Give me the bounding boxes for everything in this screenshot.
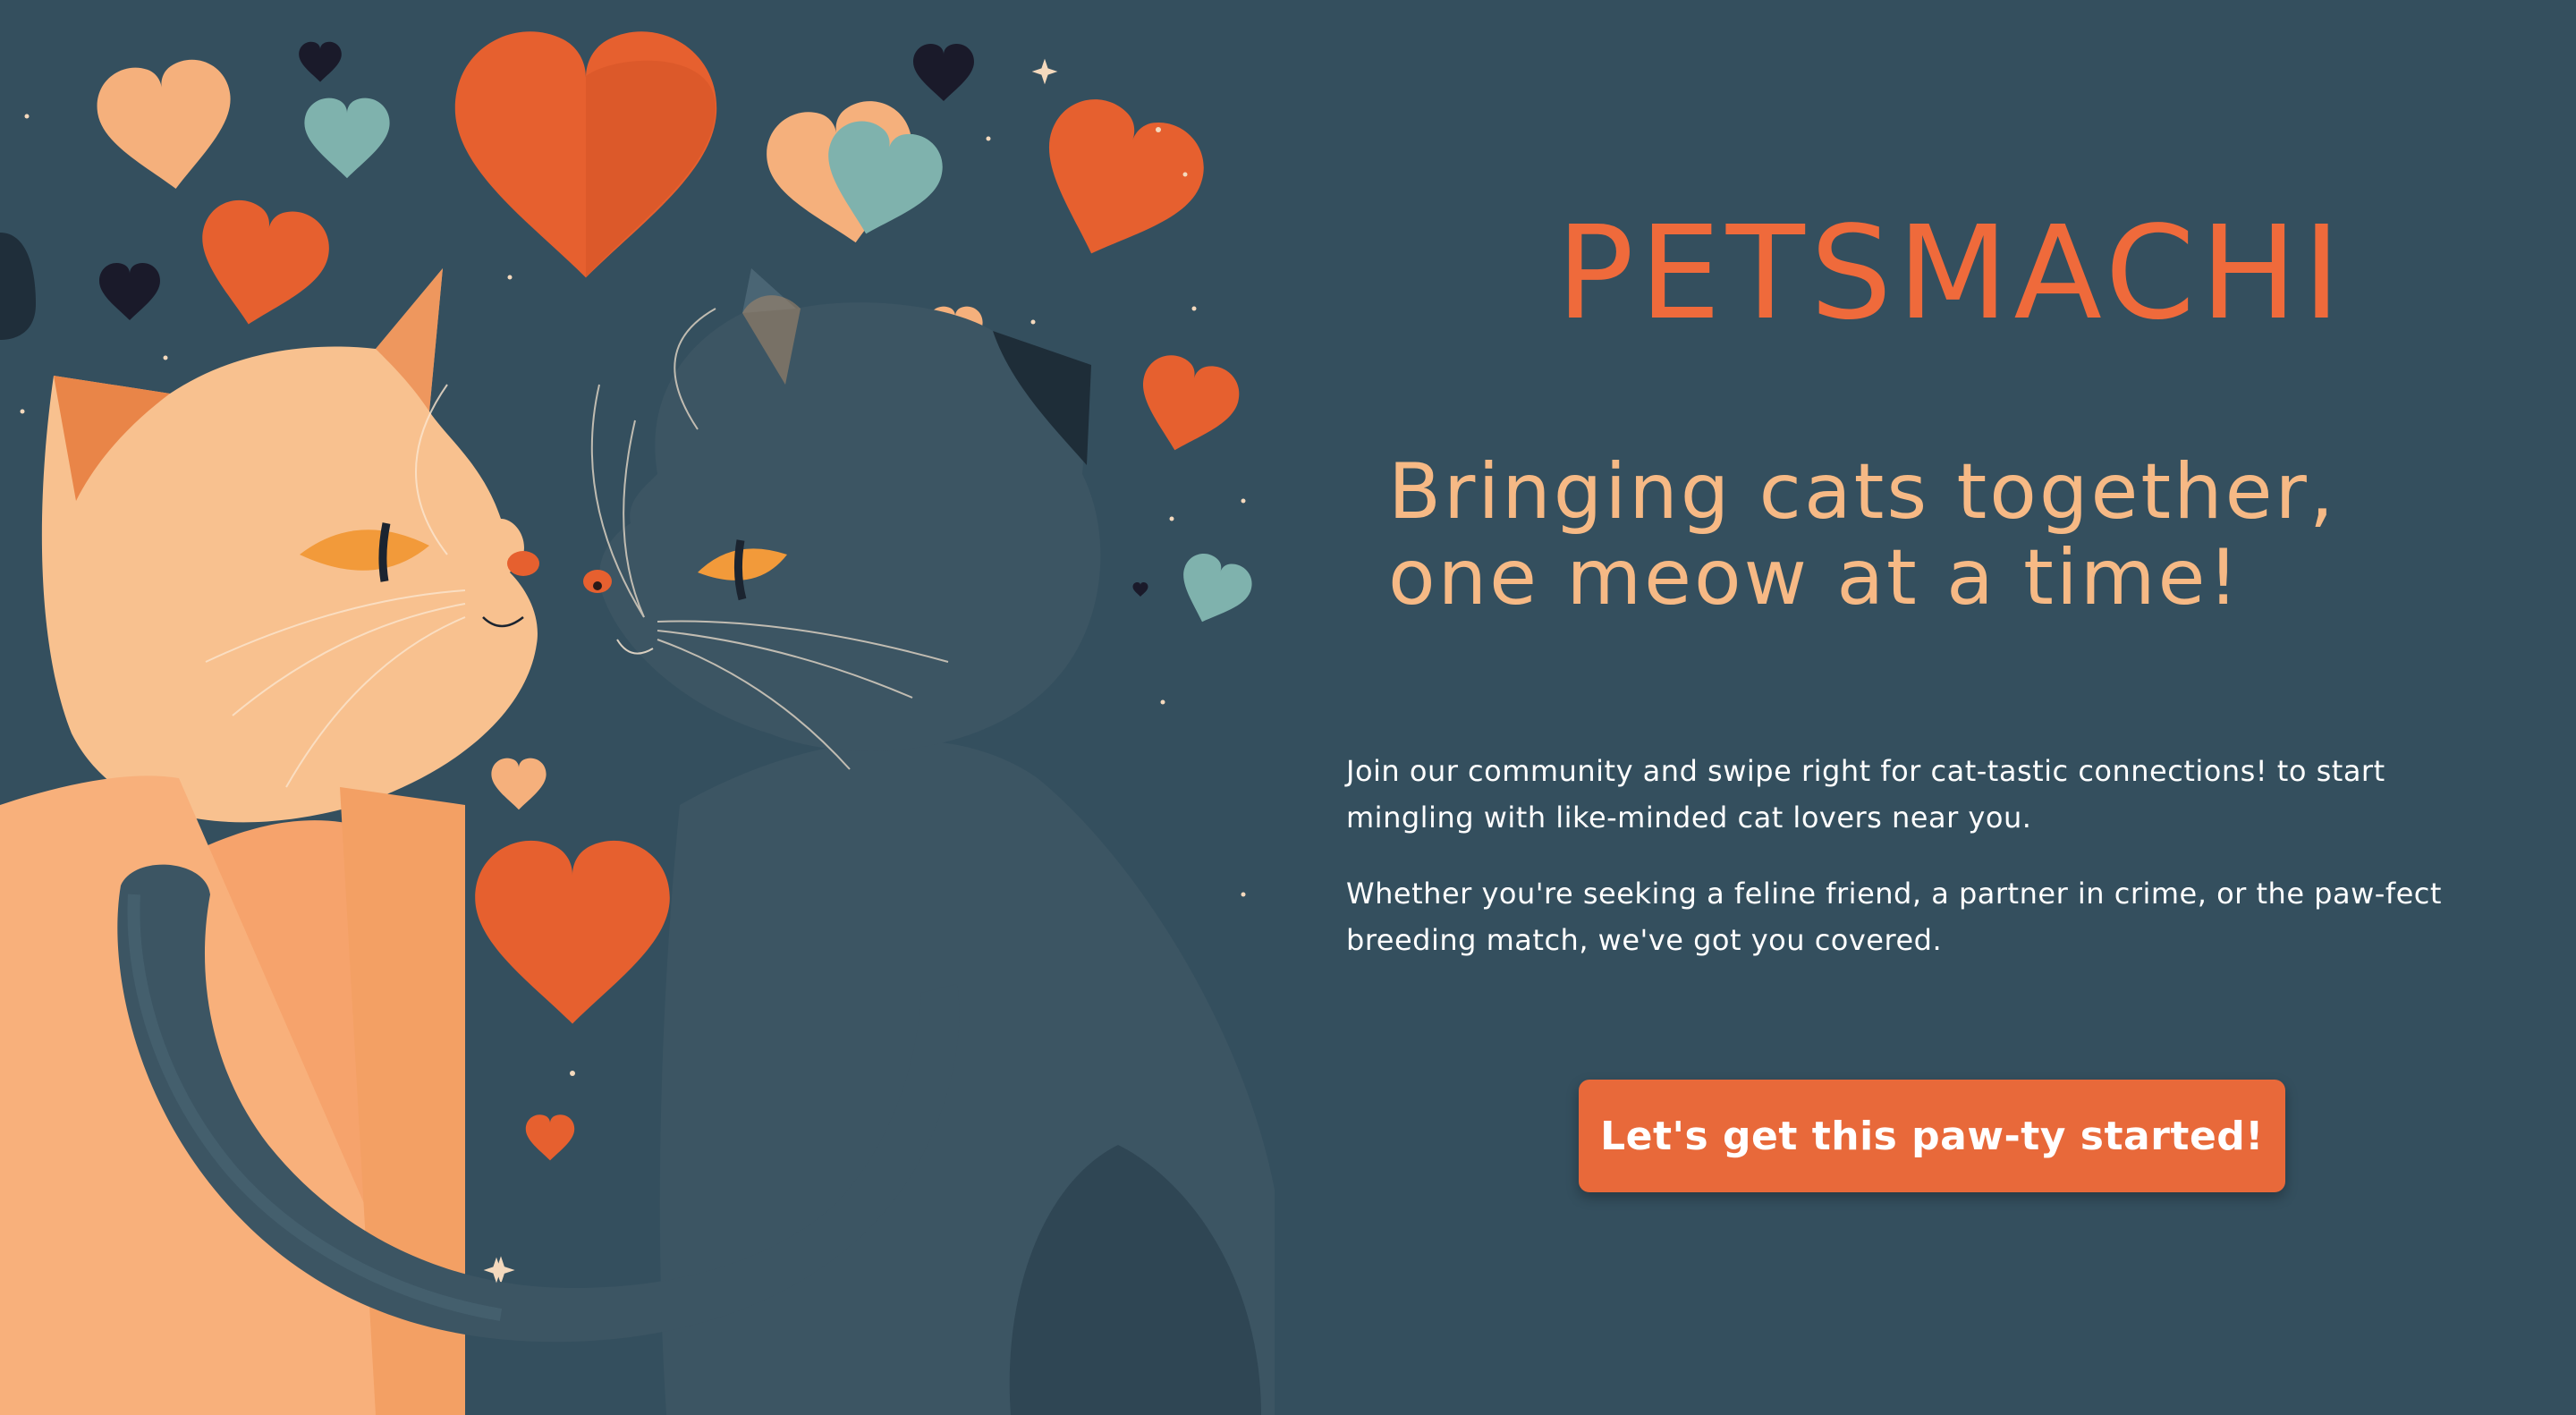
intro-text: Join our community and swipe right for c… xyxy=(1346,748,2509,993)
get-started-button[interactable]: Let's get this paw-ty started! xyxy=(1579,1080,2285,1192)
tagline-line-1: Bringing cats together, xyxy=(1388,447,2337,537)
intro-paragraph-2: Whether you're seeking a feline friend, … xyxy=(1346,877,2442,957)
hero-tagline: Bringing cats together, one meow at a ti… xyxy=(1388,449,2551,621)
hero-illustration xyxy=(0,0,1275,1415)
brand-logo-text: PETSMACHI xyxy=(1556,198,2346,348)
cats-hearts-illustration xyxy=(0,0,1275,1415)
tagline-line-2: one meow at a time! xyxy=(1388,533,2241,623)
intro-paragraph-1: Join our community and swipe right for c… xyxy=(1346,754,2385,835)
